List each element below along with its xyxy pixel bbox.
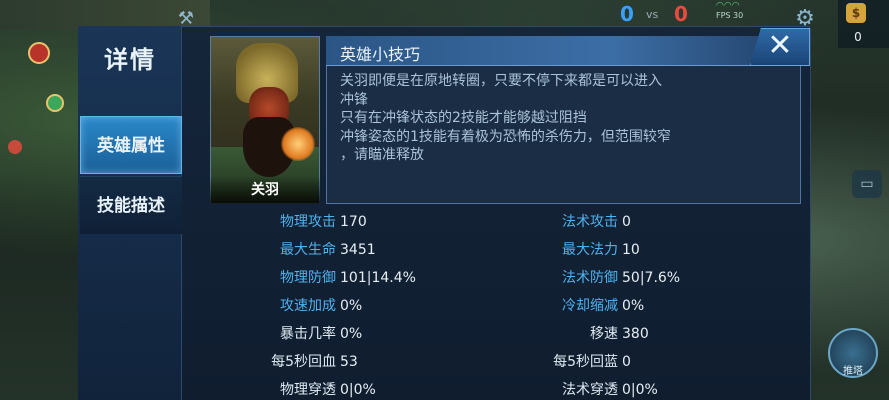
stat-value: 170 <box>340 214 367 230</box>
sidebar-title: 详情 <box>104 46 156 74</box>
network-status: ◠◠◠ FPS 30 <box>716 2 786 28</box>
team-score: 0 vs 0 <box>620 2 700 26</box>
stat-label: 法术攻击 <box>562 214 618 230</box>
stat-label: 每5秒回蓝 <box>553 354 618 370</box>
stat-value: 53 <box>340 354 358 370</box>
tip-line: ，请瞄准释放 <box>340 147 424 163</box>
stat-label: 暴击几率 <box>280 326 336 342</box>
stat-value: 380 <box>622 326 649 342</box>
stat-label: 移速 <box>590 326 618 342</box>
red-team-score: 0 <box>674 2 688 26</box>
hero-name: 关羽 <box>210 176 320 204</box>
stat-value: 0% <box>340 326 363 342</box>
stat-label: 物理攻击 <box>280 214 336 230</box>
stat-value: 50|7.6% <box>622 270 681 286</box>
stat-value: 3451 <box>340 242 376 258</box>
tip-line: 冲锋 <box>340 91 368 108</box>
minimap-marker <box>46 94 64 112</box>
chat-icon[interactable]: ▭ <box>852 170 882 198</box>
stat-value: 0 <box>622 354 631 370</box>
close-icon[interactable]: ✕ <box>760 26 800 66</box>
stat-value: 0|0% <box>340 382 376 398</box>
stat-value: 0|0% <box>622 382 658 398</box>
stat-value: 0% <box>340 298 363 314</box>
stat-value: 0 <box>622 214 631 230</box>
minimap-marker <box>8 140 22 154</box>
minimap-marker <box>28 42 50 64</box>
stat-label: 冷却缩减 <box>562 298 618 314</box>
tip-line: 只有在冲锋状态的2技能才能够越过阻挡 <box>340 110 587 126</box>
stat-label: 最大生命 <box>280 242 336 258</box>
tip-line: 关羽即便是在原地转圈，只要不停下来都是可以进入 <box>340 73 662 89</box>
stat-value: 10 <box>622 242 640 258</box>
stat-value: 0% <box>622 298 645 314</box>
coin-bag-icon: $ <box>846 3 866 23</box>
wifi-icon: ◠◠◠ <box>716 1 740 11</box>
tip-line: 冲锋姿态的1技能有着极为恐怖的杀伤力，但范围较窄 <box>340 128 671 145</box>
coin-count: 0 <box>854 30 862 44</box>
stat-label: 攻速加成 <box>280 298 336 314</box>
stat-label: 法术穿透 <box>562 382 618 398</box>
tab-hero-attributes[interactable]: 英雄属性 <box>80 116 182 174</box>
portrait-flame <box>281 127 315 161</box>
tab-skill-description[interactable]: 技能描述 <box>80 176 182 234</box>
stat-label: 物理防御 <box>280 270 336 286</box>
blue-team-score: 0 <box>620 2 634 26</box>
fps-label: FPS 30 <box>716 11 744 20</box>
score-vs-label: vs <box>646 8 659 21</box>
push-tower-label: 推塔 <box>843 366 863 377</box>
stat-value: 101|14.4% <box>340 270 416 286</box>
stat-label: 每5秒回血 <box>271 354 336 370</box>
stat-label: 最大法力 <box>562 242 618 258</box>
stat-label: 物理穿透 <box>280 382 336 398</box>
hero-tips-title: 英雄小技巧 <box>340 45 421 64</box>
hero-tips-text: 关羽即便是在原地转圈，只要不停下来都是可以进入 冲锋 只有在冲锋状态的2技能才能… <box>340 72 750 165</box>
stat-label: 法术防御 <box>562 270 618 286</box>
